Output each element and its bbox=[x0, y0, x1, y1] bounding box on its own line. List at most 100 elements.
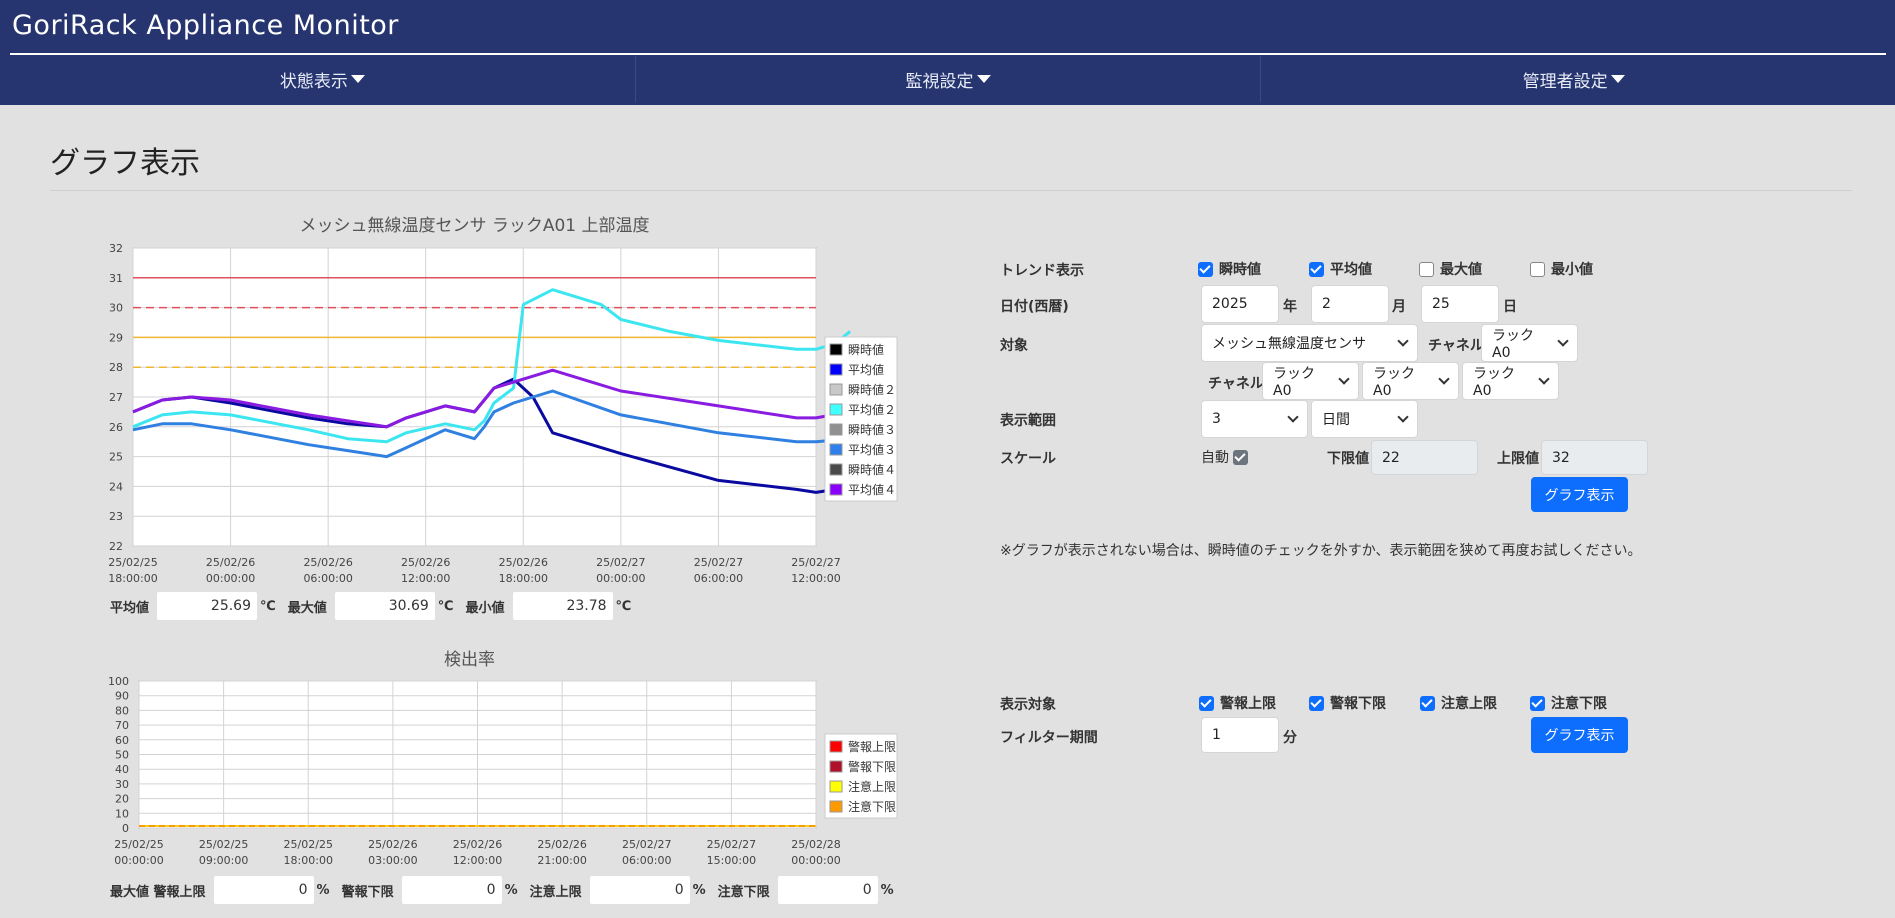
checkbox-alarm-upper-label: 警報上限 bbox=[1220, 696, 1276, 712]
rate-value-3: 0 bbox=[589, 876, 690, 904]
x-tick-time: 15:00:00 bbox=[707, 854, 756, 867]
nav-monitoring[interactable]: 監視設定 bbox=[636, 56, 1262, 102]
filter-period-input[interactable]: 1 bbox=[1201, 717, 1279, 753]
checkbox-checked-icon[interactable] bbox=[1309, 695, 1324, 711]
checkbox-unchecked-icon[interactable] bbox=[1530, 261, 1545, 277]
legend-swatch bbox=[829, 800, 843, 813]
upper-limit-label: 上限値 bbox=[1497, 451, 1539, 467]
rate-value-2: 0 bbox=[401, 876, 502, 904]
checkbox-unchecked-icon[interactable] bbox=[1419, 261, 1434, 277]
legend-swatch bbox=[829, 483, 843, 496]
checkbox-caution-upper[interactable]: 注意上限 bbox=[1420, 693, 1497, 713]
checkbox-checked-icon[interactable] bbox=[1198, 261, 1213, 277]
range-select[interactable]: 3 bbox=[1201, 400, 1308, 438]
chart-title: 検出率 bbox=[444, 650, 495, 670]
checkbox-min-label: 最小値 bbox=[1551, 262, 1593, 278]
legend-label: 瞬時値４ bbox=[848, 462, 896, 477]
nav-admin[interactable]: 管理者設定 bbox=[1261, 56, 1886, 102]
target-select[interactable]: メッシュ無線温度センサ bbox=[1201, 324, 1418, 362]
x-tick-date: 25/02/25 bbox=[199, 838, 248, 851]
legend-swatch bbox=[829, 423, 843, 436]
x-tick-time: 18:00:00 bbox=[108, 572, 157, 585]
checkbox-min[interactable]: 最小値 bbox=[1530, 259, 1593, 279]
x-tick-date: 25/02/28 bbox=[791, 838, 840, 851]
checkbox-checked-icon[interactable] bbox=[1199, 695, 1214, 711]
rate-stats: 最大値 警報上限 0 % 警報下限 0 % 注意上限 0 % 注意下限 0 % bbox=[110, 876, 906, 904]
x-tick-date: 25/02/26 bbox=[453, 838, 502, 851]
caret-down-icon bbox=[976, 75, 991, 83]
rate-label-4: 注意下限 bbox=[717, 884, 770, 900]
checkbox-caution-lower-label: 注意下限 bbox=[1551, 696, 1607, 712]
legend-swatch bbox=[829, 780, 843, 793]
channel2-select-3[interactable]: ラックA0 bbox=[1462, 362, 1559, 400]
legend-label: 注意上限 bbox=[848, 779, 896, 794]
x-tick-date: 25/02/26 bbox=[303, 556, 352, 569]
checkbox-checked-icon[interactable] bbox=[1309, 261, 1324, 277]
y-tick-label: 20 bbox=[115, 793, 129, 806]
x-tick-time: 18:00:00 bbox=[499, 572, 548, 585]
checkbox-checked-icon[interactable] bbox=[1420, 695, 1435, 711]
y-tick-label: 50 bbox=[115, 749, 129, 762]
checkbox-alarm-lower[interactable]: 警報下限 bbox=[1309, 693, 1386, 713]
y-tick-label: 24 bbox=[109, 480, 123, 493]
channel2-select-1[interactable]: ラックA0 bbox=[1262, 362, 1359, 400]
avg-unit: ℃ bbox=[260, 598, 276, 614]
x-tick-time: 12:00:00 bbox=[791, 572, 840, 585]
upper-limit-input[interactable]: 32 bbox=[1541, 440, 1648, 475]
nav-status[interactable]: 状態表示 bbox=[10, 56, 636, 102]
legend-label: 平均値２ bbox=[848, 402, 896, 417]
legend-swatch bbox=[829, 463, 843, 476]
y-tick-label: 30 bbox=[115, 778, 129, 791]
lower-limit-input[interactable]: 22 bbox=[1371, 440, 1478, 475]
scale-label: スケール bbox=[1000, 451, 1056, 467]
date-label: 日付(西暦) bbox=[1000, 299, 1069, 315]
checkbox-checked-icon[interactable] bbox=[1530, 695, 1545, 711]
legend-swatch bbox=[829, 760, 843, 773]
checkbox-caution-lower[interactable]: 注意下限 bbox=[1530, 693, 1607, 713]
y-tick-label: 26 bbox=[109, 421, 123, 434]
range-unit-select[interactable]: 日間 bbox=[1311, 400, 1418, 438]
legend-swatch bbox=[829, 403, 843, 416]
avg-label: 平均値 bbox=[110, 600, 150, 616]
auto-scale-checkbox[interactable]: 自動 bbox=[1201, 447, 1248, 467]
channel-select-value: ラックA0 bbox=[1492, 328, 1534, 361]
x-tick-time: 00:00:00 bbox=[791, 854, 840, 867]
y-tick-label: 32 bbox=[109, 242, 123, 255]
checkbox-avg[interactable]: 平均値 bbox=[1309, 259, 1372, 279]
rate-unit-1: % bbox=[316, 882, 330, 898]
checkbox-max[interactable]: 最大値 bbox=[1419, 259, 1482, 279]
checkbox-avg-label: 平均値 bbox=[1330, 262, 1372, 278]
caret-down-icon bbox=[1610, 75, 1625, 83]
chevron-down-icon bbox=[1438, 373, 1450, 385]
x-tick-time: 12:00:00 bbox=[453, 854, 502, 867]
x-tick-time: 06:00:00 bbox=[694, 572, 743, 585]
day-input[interactable]: 25 bbox=[1421, 285, 1499, 323]
filter-unit: 分 bbox=[1283, 730, 1297, 746]
graph-display-button-2[interactable]: グラフ表示 bbox=[1531, 717, 1628, 753]
nav-admin-label: 管理者設定 bbox=[1522, 71, 1608, 92]
year-input[interactable]: 2025 bbox=[1201, 285, 1279, 323]
channel2-select-2[interactable]: ラックA0 bbox=[1362, 362, 1459, 400]
legend-swatch bbox=[829, 740, 843, 753]
checkbox-instant[interactable]: 瞬時値 bbox=[1198, 259, 1261, 279]
graph-note: ※グラフが表示されない場合は、瞬時値のチェックを外すか、表示範囲を狭めて再度お試… bbox=[1000, 543, 1642, 559]
x-tick-date: 25/02/26 bbox=[537, 838, 586, 851]
month-unit: 月 bbox=[1392, 299, 1406, 315]
chevron-down-icon bbox=[1397, 411, 1409, 423]
lower-limit-label: 下限値 bbox=[1327, 451, 1369, 467]
channel2-label: チャネル bbox=[1208, 376, 1264, 392]
target-label: 対象 bbox=[1000, 338, 1028, 354]
channel-select[interactable]: ラックA0 bbox=[1481, 324, 1578, 362]
graph-display-button[interactable]: グラフ表示 bbox=[1531, 477, 1628, 512]
month-input[interactable]: 2 bbox=[1311, 285, 1389, 323]
max-value: 30.69 bbox=[334, 592, 435, 620]
target-select-value: メッシュ無線温度センサ bbox=[1212, 336, 1366, 352]
checkbox-alarm-upper[interactable]: 警報上限 bbox=[1199, 693, 1276, 713]
rate-unit-2: % bbox=[504, 882, 518, 898]
caret-down-icon bbox=[350, 75, 365, 83]
temp-stats: 平均値 25.69 ℃ 最大値 30.69 ℃ 最小値 23.78 ℃ bbox=[110, 592, 643, 620]
legend-label: 警報上限 bbox=[848, 739, 896, 754]
app-title: GoriRack Appliance Monitor bbox=[12, 10, 399, 41]
x-tick-date: 25/02/27 bbox=[791, 556, 840, 569]
checkbox-checked-icon[interactable] bbox=[1233, 449, 1248, 465]
